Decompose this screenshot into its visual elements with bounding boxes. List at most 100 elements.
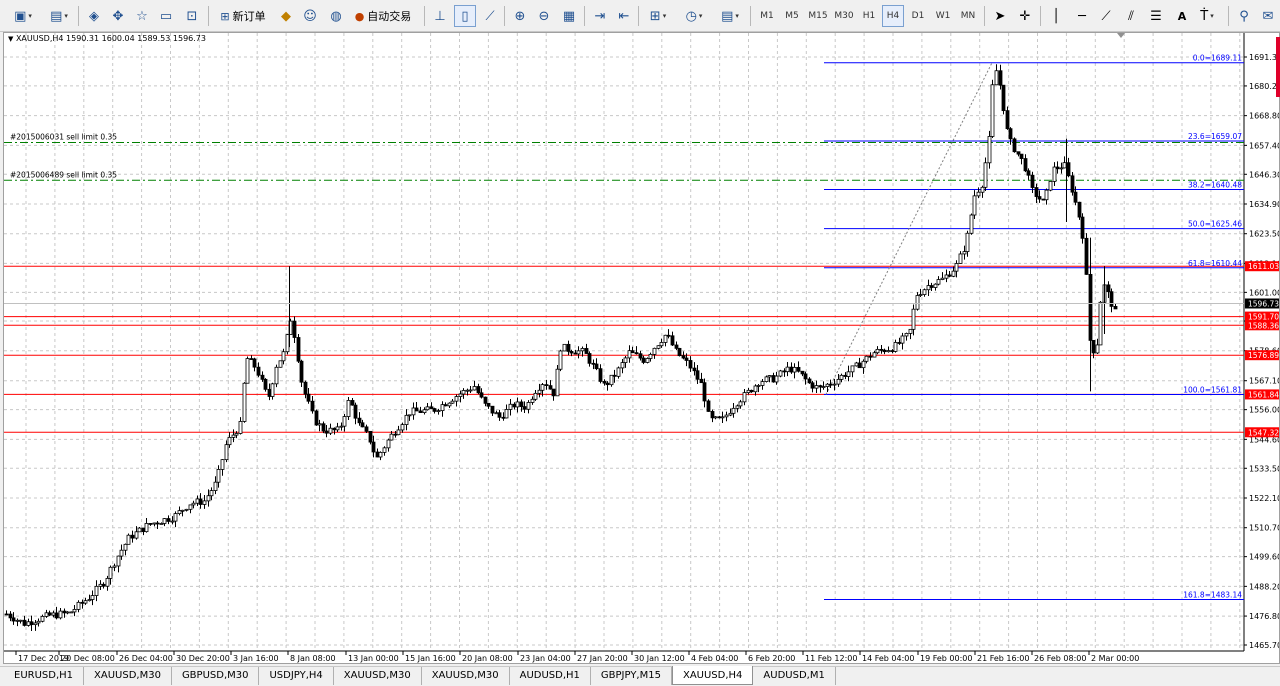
toolbar-separator [1040,6,1041,26]
text-tool-button[interactable]: A [1172,5,1192,27]
candle-body [1034,187,1039,197]
timeframe-m1-button[interactable]: M1 [756,5,778,27]
chart-tab[interactable]: XAUUSD,H4 [671,666,754,685]
periods-clock-icon[interactable]: ◷ ▾ [680,5,708,27]
line-chart-icon[interactable]: ⟋ [480,5,500,27]
chart-tab[interactable]: AUDUSD,H1 [510,667,591,685]
candle-body [533,392,538,400]
candle-body [983,162,988,188]
text-label-icon[interactable]: Ṫ ▾ [1196,5,1218,27]
candle-body [422,409,427,413]
trendline-icon[interactable]: ⟋ [1096,5,1116,27]
tile-windows-icon[interactable]: ▦ [558,5,580,27]
collapse-triangle-icon[interactable]: ▼ [8,35,13,43]
candle-body [861,360,866,369]
candle-body [677,347,682,357]
candle-body [479,392,484,398]
equidistant-channel-icon[interactable]: ⫽ [1120,5,1142,27]
new-chart-icon[interactable]: ▣ ▾ [8,5,38,27]
autotrading-button[interactable]: ● 自动交易 [350,5,416,27]
candle-body [670,335,675,346]
candle-body [886,350,891,353]
candle-body [65,611,70,614]
crosshair-icon[interactable]: ✛ [1014,5,1036,27]
chart-shift-icon[interactable]: ⇤ [614,5,634,27]
new-order-icon: ⊞ [220,9,230,23]
candle-body [47,612,52,616]
time-axis-label: 30 Jan 12:00 [634,654,685,663]
candle-body [749,389,754,393]
globe-icon[interactable]: ◍ [326,5,346,27]
user-icon[interactable]: ☺ [300,5,320,27]
candle-body [562,343,567,352]
fib-level-label: 0.0=1689.11 [1193,54,1242,63]
price-axis-label: 1533.50 [1249,464,1279,473]
market-watch-icon[interactable]: ◈ [84,5,104,27]
candle-body [209,490,214,497]
timeframe-h1-button[interactable]: H1 [858,5,880,27]
fibonacci-icon[interactable]: ☰ [1146,5,1166,27]
hline-price-label: 1611.03 [1248,262,1279,271]
chart-tab[interactable]: AUDUSD,M1 [753,667,836,685]
data-window-icon[interactable]: ✥ [108,5,128,27]
timeframe-m15-button[interactable]: M15 [806,5,830,27]
candlestick-chart-icon[interactable]: ▯ [454,5,476,27]
price-chart[interactable]: 1691.30 1680.20 1668.80 1657.40 1646.30 1634.… [4,33,1279,663]
candle-body [141,527,146,533]
timeframe-h4-button[interactable]: H4 [882,5,904,27]
timeframe-w1-button[interactable]: W1 [932,5,954,27]
candle-body [252,358,257,368]
candle-body [206,495,211,502]
timeframe-d1-button[interactable]: D1 [907,5,929,27]
chart-tab[interactable]: GBPUSD,M30 [172,667,260,685]
candle-body [796,366,801,372]
search-icon[interactable]: ⚲ [1234,5,1254,27]
chart-tabs-bar: EURUSD,H1 XAUUSD,M30 GBPUSD,M30 USDJPY,H4 XA… [0,666,1280,686]
candle-body [828,383,833,386]
metaeditor-icon[interactable]: ◆ [276,5,296,27]
candle-body [54,612,59,619]
candle-body [616,367,621,377]
scroll-indicator[interactable] [1276,37,1280,97]
candle-body [922,289,927,295]
indicators-icon[interactable]: ⊞ ▾ [644,5,672,27]
cursor-icon[interactable]: ➤ [990,5,1010,27]
zoom-in-icon[interactable]: ⊕ [510,5,530,27]
candle-body [188,504,193,510]
chart-tab[interactable]: XAUUSD,M30 [422,667,510,685]
auto-scroll-icon[interactable]: ⇥ [590,5,610,27]
vertical-line-icon[interactable]: │ [1046,5,1066,27]
candle-body [717,416,722,419]
timeframe-m5-button[interactable]: M5 [781,5,803,27]
candle-body [1008,128,1013,140]
time-axis-label: 19 Feb 00:00 [920,654,972,663]
strategy-tester-icon[interactable]: ⊡ [182,5,202,27]
new-order-button[interactable]: ⊞ 新订单 [214,5,272,27]
chat-icon[interactable]: ✉ [1258,5,1278,27]
candle-body [702,382,707,402]
price-axis-label: 1499.60 [1249,553,1279,562]
candle-body [720,416,725,419]
zoom-out-icon[interactable]: ⊖ [534,5,554,27]
navigator-icon[interactable]: ☆ [132,5,152,27]
timeframe-m30-button[interactable]: M30 [832,5,856,27]
time-axis-label: 26 Feb 08:00 [1034,654,1086,663]
chart-tab[interactable]: EURUSD,H1 [4,667,85,685]
terminal-icon[interactable]: ▭ [156,5,176,27]
chart-tab[interactable]: GBPJPY,M15 [591,667,672,685]
candle-body [994,70,999,86]
templates-icon[interactable]: ▤ ▾ [716,5,744,27]
chart-tab[interactable]: XAUUSD,M30 [334,667,422,685]
profiles-icon[interactable]: ▤ ▾ [44,5,74,27]
horizontal-line-icon[interactable]: ─ [1072,5,1092,27]
toolbar-separator [424,6,425,26]
bar-chart-icon[interactable]: ⊥ [430,5,450,27]
candle-body [454,396,459,402]
candle-body [810,382,815,389]
timeframe-mn-button[interactable]: MN [957,5,979,27]
chart-tab[interactable]: USDJPY,H4 [259,667,334,685]
candle-body [882,349,887,353]
chart-tab[interactable]: XAUUSD,M30 [84,667,172,685]
chart-window[interactable]: 1691.30 1680.20 1668.80 1657.40 1646.30 1634.… [3,32,1280,664]
candle-body [724,414,729,418]
